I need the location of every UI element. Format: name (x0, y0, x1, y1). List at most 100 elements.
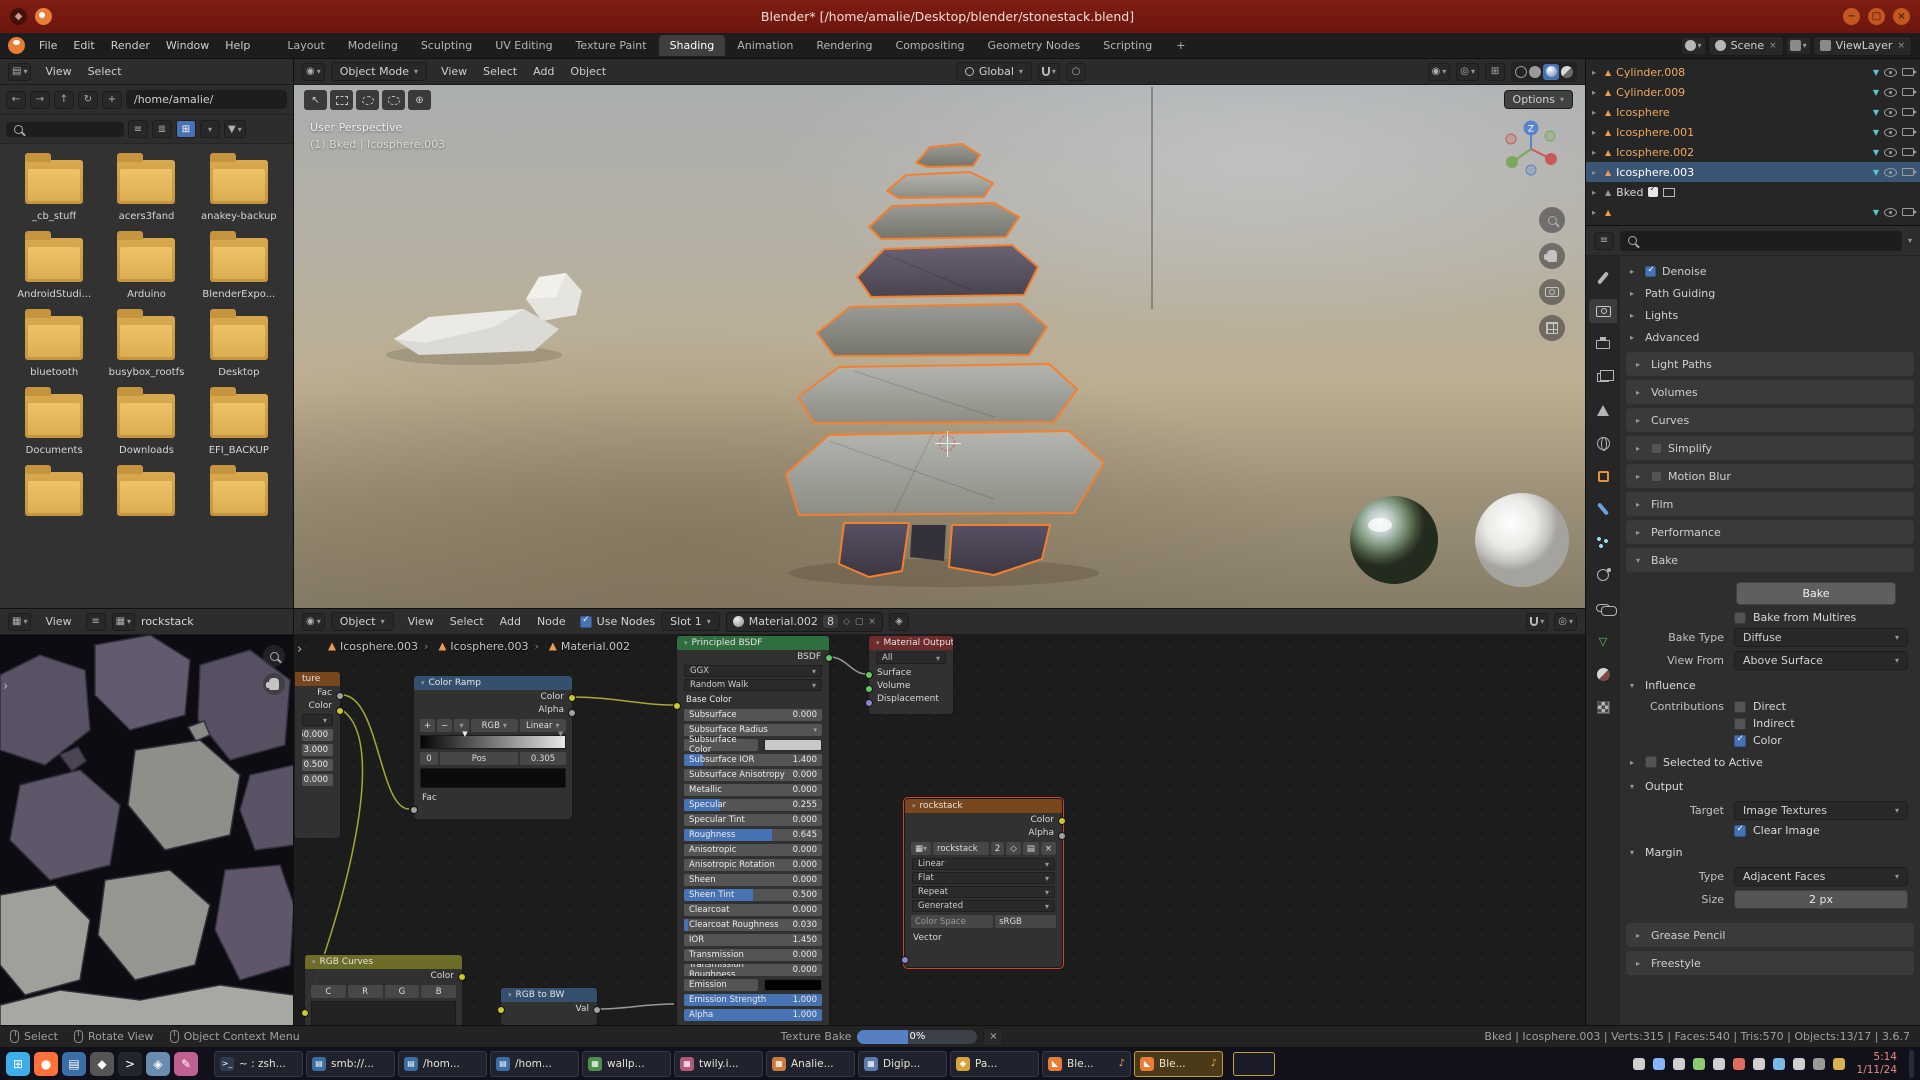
bsdf-property-row[interactable]: Sheen Tint 0.500 ▾ (684, 889, 822, 901)
workspace-tab[interactable]: Shading (659, 35, 726, 56)
tray-icon[interactable] (1753, 1058, 1765, 1070)
navigation-gizmo[interactable]: Z (1499, 117, 1563, 184)
tray-icon[interactable] (1773, 1058, 1785, 1070)
stone-2[interactable] (887, 172, 993, 198)
expand-icon[interactable]: ▸ (1592, 108, 1600, 117)
tab-object[interactable] (1589, 464, 1617, 488)
margin-subpanel[interactable]: ▾Margin (1620, 841, 1920, 863)
browse-scene-icon[interactable]: ▾ (1681, 37, 1706, 55)
shader-menu[interactable]: Select (442, 612, 492, 631)
bsdf-property-row[interactable]: Subsurface 0.000 ▾ (684, 709, 822, 721)
node-principled-bsdf[interactable]: ▾Principled BSDF BSDF GGX▾ Random Walk▾ … (676, 635, 830, 1025)
rockstack-texture-image[interactable] (0, 635, 294, 1025)
tab-physics[interactable] (1589, 563, 1617, 587)
tab-world[interactable] (1589, 431, 1617, 455)
tab-object-data[interactable]: ▽ (1589, 629, 1617, 653)
expand-icon[interactable]: ▸ (1592, 148, 1600, 157)
viewport-menu[interactable]: View (433, 62, 475, 81)
toolbar-toggle-icon[interactable]: › (297, 642, 302, 657)
stone-6[interactable] (798, 364, 1077, 423)
folder-item[interactable] (100, 472, 192, 523)
section-checkbox[interactable] (1651, 443, 1662, 454)
bsdf-property-row[interactable]: Anisotropic 0.000 ▾ (684, 844, 822, 856)
disable-render-icon[interactable] (1902, 88, 1914, 96)
influence-subpanel[interactable]: ▾Influence (1620, 674, 1920, 696)
fake-user-shield-icon[interactable]: ◇ (843, 617, 850, 627)
stop-index-field[interactable]: 0 (420, 752, 438, 765)
image-name-field[interactable]: rockstack (933, 842, 989, 855)
curve-b-button[interactable]: B (421, 985, 456, 998)
bsdf-property-row[interactable]: Sheen 0.000 ▾ (684, 874, 822, 886)
taskbar-app-icon[interactable]: ◆ (90, 1052, 114, 1076)
white-rock-pile[interactable] (394, 273, 582, 355)
folder-item[interactable]: AndroidStudi... (8, 238, 100, 300)
stop-color-swatch[interactable] (420, 768, 566, 788)
panel-section-bake[interactable]: ▾ Bake (1626, 548, 1914, 572)
curve-r-button[interactable]: R (348, 985, 383, 998)
panel-section[interactable]: ▸ Light Paths (1626, 352, 1914, 376)
up-button[interactable]: ↑ (54, 91, 74, 109)
tab-texture[interactable] (1589, 695, 1617, 719)
taskbar-app-icon[interactable]: ⊞ (6, 1052, 30, 1076)
disable-render-icon[interactable] (1902, 108, 1914, 116)
taskbar-app-icon[interactable]: ● (34, 1052, 58, 1076)
margin-type-dropdown[interactable]: Adjacent Faces▾ (1734, 867, 1908, 886)
workspace-tab[interactable]: Rendering (805, 35, 883, 56)
hide-viewport-icon[interactable] (1884, 128, 1897, 137)
bsdf-property-row[interactable]: Clearcoat 0.000 ▾ (684, 904, 822, 916)
bsdf-property-row[interactable]: Transmission 0.000 ▾ (684, 949, 822, 961)
tab-material[interactable] (1589, 662, 1617, 686)
expand-icon[interactable]: ▸ (1592, 128, 1600, 137)
stone-leg-mid[interactable] (910, 525, 946, 561)
image-pan-icon[interactable] (263, 673, 285, 695)
hide-viewport-icon[interactable] (1884, 168, 1897, 177)
panel-section[interactable]: ▸ Advanced (1620, 326, 1920, 348)
bsdf-property-row[interactable]: Transmission Roughness 0.000 ▾ (684, 964, 822, 976)
tray-icon[interactable] (1653, 1058, 1665, 1070)
outliner-row[interactable]: ▸ ▲ Bked ▼ (1586, 182, 1920, 202)
editor-type-icon[interactable]: ◉▾ (302, 613, 325, 631)
distribution-dropdown[interactable]: GGX▾ (684, 665, 822, 677)
image-users-count[interactable]: 2 (991, 842, 1004, 855)
bsdf-property-row[interactable]: Roughness 0.645 ▾ (684, 829, 822, 841)
fake-user-icon[interactable]: ◇ (1006, 842, 1021, 855)
source-dropdown[interactable]: Generated▾ (912, 900, 1055, 912)
cursor-tool-icon[interactable]: ⊕ (408, 90, 431, 110)
hide-viewport-icon[interactable] (1884, 208, 1897, 217)
bsdf-property-row[interactable]: Specular Tint 0.000 ▾ (684, 814, 822, 826)
menubar-menu[interactable]: Window (158, 36, 217, 55)
panel-section[interactable]: ▸ Freestyle (1626, 951, 1914, 975)
bsdf-property-row[interactable]: Emission Strength 1.000 ▾ (684, 994, 822, 1006)
wireframe-shading-icon[interactable] (1515, 66, 1527, 78)
expand-icon[interactable]: ▸ (1592, 168, 1600, 177)
folder-item[interactable] (193, 472, 285, 523)
browse-image-icon[interactable]: ▦▾ (112, 613, 135, 631)
taskbar-window-button[interactable]: ▦ wallp... ♪ (582, 1051, 671, 1077)
pin-icon[interactable]: ◈ (889, 613, 909, 631)
folder-item[interactable]: acers3fand (100, 160, 192, 222)
taskbar-window-button[interactable]: ▦ Digip... ♪ (858, 1051, 947, 1077)
shader-menu[interactable]: Node (529, 612, 574, 631)
taskbar-window-button[interactable]: ▤ /hom... ♪ (398, 1051, 487, 1077)
colorspace-value[interactable]: sRGB (995, 915, 1056, 928)
workspace-tab[interactable]: Sculpting (410, 35, 483, 56)
browse-image-icon[interactable]: ▦▾ (911, 842, 931, 855)
section-checkbox[interactable] (1651, 471, 1662, 482)
new-material-icon[interactable]: ▢ (855, 617, 864, 627)
selected-to-active-checkbox[interactable] (1645, 756, 1657, 768)
node-canvas[interactable]: ture Fac Color ▾ 50.000 3.000 0.500 0.00… (294, 635, 1585, 1025)
taskbar-app-icon[interactable]: ▤ (62, 1052, 86, 1076)
folder-item[interactable]: BlenderExpo... (193, 238, 285, 300)
taskbar-window-button[interactable]: ▤ smb://... ♪ (306, 1051, 395, 1077)
expand-icon[interactable]: ▸ (1592, 208, 1600, 217)
stone-5[interactable] (817, 304, 1047, 356)
folder-item[interactable]: Desktop (193, 316, 285, 378)
display-settings-icon[interactable]: ▾ (200, 120, 220, 138)
folder-item[interactable]: bluetooth (8, 316, 100, 378)
camera-view-icon[interactable] (1539, 279, 1565, 305)
blender-logo-icon[interactable] (8, 37, 25, 54)
projection-dropdown[interactable]: Flat▾ (912, 872, 1055, 884)
pack-image-icon[interactable]: ▤ (1023, 842, 1039, 855)
tray-icon[interactable] (1673, 1058, 1685, 1070)
folder-item[interactable]: EFI_BACKUP (193, 394, 285, 456)
